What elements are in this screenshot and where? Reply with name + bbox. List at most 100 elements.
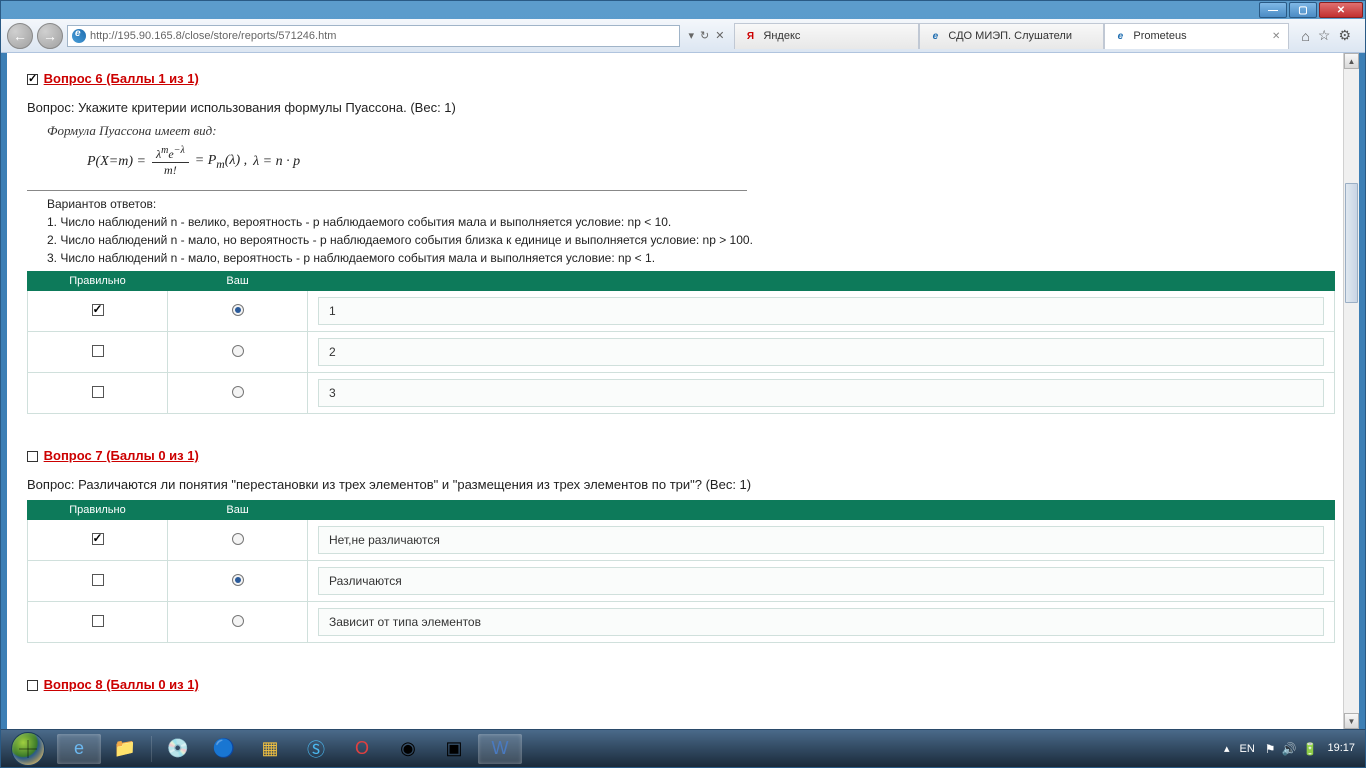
ie-icon [72,29,86,43]
variant-1: 1. Число наблюдений n - велико, вероятно… [47,213,917,231]
browser-tabs: Я Яндекс e СДО МИЭП. Слушатели e Promete… [734,23,1289,49]
scroll-area: Вопрос 6 (Баллы 1 из 1) Вопрос: Укажите … [7,53,1343,729]
correct-checkbox-icon [92,386,104,398]
your-radio[interactable] [232,304,244,316]
taskbar-app[interactable]: 💿 [156,734,200,764]
your-radio[interactable] [232,574,244,586]
question-6-link[interactable]: Вопрос 6 (Баллы 1 из 1) [44,71,199,86]
system-tray: ▴ EN ⚑ 🔊 🔋 19:17 [1224,742,1365,756]
correct-checkbox-icon [92,304,104,316]
col-answer [308,272,1335,291]
col-answer [308,501,1335,520]
question-8-link[interactable]: Вопрос 8 (Баллы 0 из 1) [44,677,199,692]
window-close-button[interactable]: ✕ [1319,2,1363,18]
tab-label: СДО МИЭП. Слушатели [948,30,1072,42]
table-row: Нет,не различаются [28,520,1335,561]
tab-close-icon[interactable]: ✕ [1272,31,1280,42]
clock[interactable]: 19:17 [1327,742,1355,754]
table-row: 1 [28,291,1335,332]
window-minimize-button[interactable]: — [1259,2,1287,18]
taskbar-opera[interactable]: O [340,734,384,764]
vertical-scrollbar[interactable]: ▲ ▼ [1343,53,1359,729]
question-7-header: Вопрос 7 (Баллы 0 из 1) [27,448,1335,463]
start-button[interactable] [1,730,55,768]
scroll-up-button[interactable]: ▲ [1344,53,1359,69]
table-row: 2 [28,332,1335,373]
tab-label: Яндекс [763,30,800,42]
stop-icon[interactable]: ✕ [715,29,724,42]
formula-intro: Формула Пуассона имеет вид: [47,123,1335,139]
answers-table-q6: Правильно Ваш 1 2 3 [27,271,1335,414]
tray-battery-icon[interactable]: 🔋 [1303,742,1318,756]
language-indicator[interactable]: EN [1240,743,1255,755]
question-7-text: Вопрос: Различаются ли понятия "перестан… [27,477,1335,492]
taskbar-skype[interactable]: Ⓢ [294,734,338,764]
your-radio[interactable] [232,615,244,627]
taskbar-total-commander[interactable]: ▦ [248,734,292,764]
formula-fraction: λme−λ m! [152,145,189,178]
question-checkbox-icon [27,680,38,691]
correct-checkbox-icon [92,615,104,627]
formula-lhs: P(X=m) = [87,154,146,170]
question-7-link[interactable]: Вопрос 7 (Баллы 0 из 1) [44,448,199,463]
correct-checkbox-icon [92,533,104,545]
col-correct: Правильно [28,272,168,291]
correct-checkbox-icon [92,345,104,357]
answer-text: Различаются [318,567,1324,595]
variants-title: Вариантов ответов: [47,197,1335,211]
taskbar-app[interactable]: 🔵 [202,734,246,764]
nav-back-button[interactable]: ← [7,23,33,49]
toolbar-right-icons: ⌂ ☆ ⚙ [1293,27,1359,44]
answer-text: Зависит от типа элементов [318,608,1324,636]
formula-denominator: m! [160,163,181,178]
taskbar: e 📁 💿 🔵 ▦ Ⓢ O ◉ ▣ W ▴ EN ⚑ 🔊 🔋 19:17 [1,729,1365,767]
table-row: Различаются [28,561,1335,602]
page-content: Вопрос 6 (Баллы 1 из 1) Вопрос: Укажите … [1,53,1365,729]
tab-sdo[interactable]: e СДО МИЭП. Слушатели [919,23,1104,49]
ie-tab-icon: e [928,29,942,43]
address-bar[interactable]: http://195.90.165.8/close/store/reports/… [67,25,680,47]
formula-rhs: λ = n · p [253,154,300,170]
favorites-icon[interactable]: ☆ [1318,27,1331,44]
tools-icon[interactable]: ⚙ [1338,27,1351,44]
variant-3: 3. Число наблюдений n - мало, вероятност… [47,249,917,267]
scroll-thumb[interactable] [1345,183,1358,303]
reload-icon[interactable]: ↻ [700,29,709,42]
tab-prometeus[interactable]: e Prometeus ✕ [1104,23,1289,49]
home-icon[interactable]: ⌂ [1301,28,1309,44]
tray-volume-icon[interactable]: 🔊 [1282,742,1297,756]
separator [27,190,747,191]
browser-toolbar: ← → http://195.90.165.8/close/store/repo… [1,19,1365,53]
tray-arrow-icon[interactable]: ▴ [1224,742,1230,755]
answer-text: Нет,не различаются [318,526,1324,554]
answers-table-q7: Правильно Ваш Нет,не различаются Различа… [27,500,1335,643]
url-text: http://195.90.165.8/close/store/reports/… [90,30,336,42]
windows-orb-icon [11,732,45,766]
your-radio[interactable] [232,533,244,545]
your-radio[interactable] [232,386,244,398]
table-row: Зависит от типа элементов [28,602,1335,643]
taskbar-app[interactable]: ▣ [432,734,476,764]
window-maximize-button[interactable]: ▢ [1289,2,1317,18]
taskbar-ie[interactable]: e [57,734,101,764]
answer-text: 1 [318,297,1324,325]
taskbar-explorer[interactable]: 📁 [103,734,147,764]
scroll-down-button[interactable]: ▼ [1344,713,1359,729]
tray-flag-icon[interactable]: ⚑ [1265,742,1276,756]
nav-forward-button[interactable]: → [37,23,63,49]
ie-tab-icon: e [1113,29,1127,43]
answer-text: 2 [318,338,1324,366]
your-radio[interactable] [232,345,244,357]
correct-checkbox-icon [92,574,104,586]
col-your: Ваш [168,501,308,520]
question-8-header: Вопрос 8 (Баллы 0 из 1) [27,677,1335,692]
question-checkbox-icon [27,451,38,462]
poisson-formula: P(X=m) = λme−λ m! = Pm(λ) , λ = n · p [87,145,1335,178]
tab-yandex[interactable]: Я Яндекс [734,23,919,49]
answer-text: 3 [318,379,1324,407]
taskbar-word[interactable]: W [478,734,522,764]
dropdown-icon[interactable]: ▾ [688,29,694,42]
question-checkbox-icon [27,74,38,85]
taskbar-chrome[interactable]: ◉ [386,734,430,764]
taskbar-separator [151,736,152,762]
